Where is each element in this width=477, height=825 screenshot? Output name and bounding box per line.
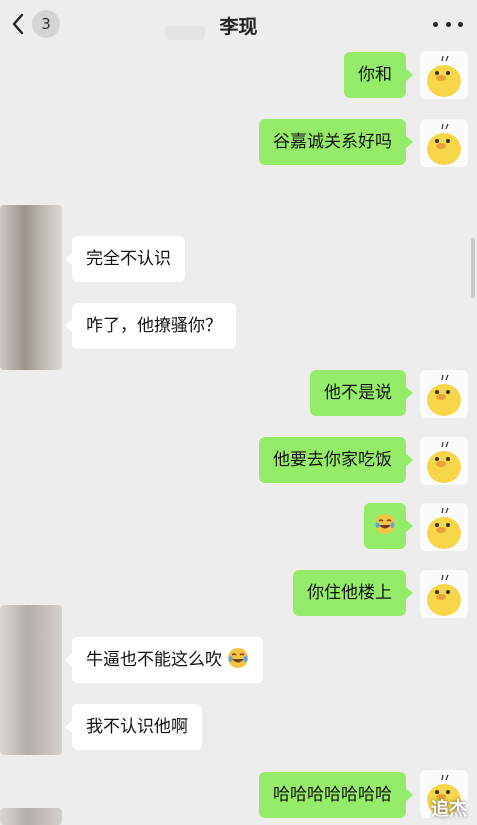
message-bubble-sent[interactable]: 你和 xyxy=(344,52,413,98)
message-bubble-sent[interactable] xyxy=(364,503,413,549)
yellow-chick-icon xyxy=(427,55,461,97)
chat-header: 3 李现 xyxy=(0,0,477,50)
watermark: 追杰 xyxy=(431,799,467,820)
message-bubble-received[interactable]: 牛逼也不能这么吹 xyxy=(64,637,264,683)
yellow-chick-icon xyxy=(427,123,461,165)
more-options-button[interactable] xyxy=(433,14,463,34)
message-bubble-sent[interactable]: 谷嘉诚关系好吗 xyxy=(259,119,413,165)
message-bubble-received[interactable]: 我不认识他啊 xyxy=(65,704,202,750)
my-avatar[interactable] xyxy=(420,503,468,551)
message-bubble-received[interactable]: 咋了，他撩骚你？ xyxy=(65,303,236,349)
contact-avatar[interactable] xyxy=(0,205,62,370)
contact-avatar[interactable] xyxy=(0,808,62,825)
more-dot xyxy=(445,21,451,27)
title-redaction xyxy=(165,26,205,40)
message-bubble-sent[interactable]: 哈哈哈哈哈哈哈 xyxy=(259,772,413,818)
message-bubble-received[interactable]: 完全不认识 xyxy=(65,236,185,282)
more-dot xyxy=(433,21,438,27)
message-bubble-sent[interactable]: 他不是说 xyxy=(310,370,413,416)
yellow-chick-icon xyxy=(427,441,461,483)
message-bubble-sent[interactable]: 他要去你家吃饭 xyxy=(259,437,413,483)
contact-avatar[interactable] xyxy=(0,605,62,755)
laugh-cry-emoji-icon xyxy=(228,648,249,668)
my-avatar[interactable] xyxy=(420,370,468,418)
yellow-chick-icon xyxy=(427,507,461,549)
yellow-chick-icon xyxy=(427,574,461,616)
scrollbar[interactable] xyxy=(471,238,475,298)
chat-title: 李现 xyxy=(219,16,258,38)
my-avatar[interactable] xyxy=(420,437,468,485)
my-avatar[interactable] xyxy=(420,51,468,99)
message-text: 牛逼也不能这么吹 xyxy=(86,650,222,670)
my-avatar[interactable] xyxy=(420,570,468,618)
more-dot xyxy=(458,21,463,27)
my-avatar[interactable] xyxy=(420,119,468,167)
laugh-cry-emoji-icon xyxy=(375,514,395,534)
message-bubble-sent[interactable]: 你住他楼上 xyxy=(293,570,413,616)
yellow-chick-icon xyxy=(427,374,461,416)
